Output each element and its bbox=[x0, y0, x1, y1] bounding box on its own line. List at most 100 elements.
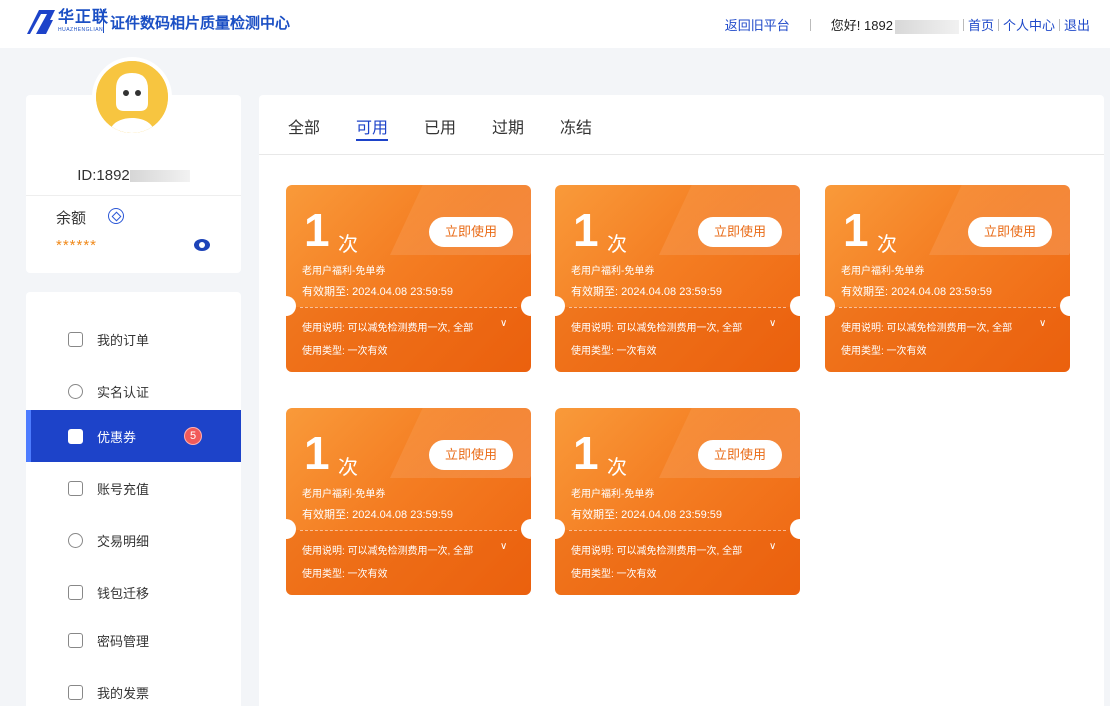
sidebar-item-coupons[interactable]: 优惠券 5 bbox=[26, 410, 241, 462]
chevron-down-icon[interactable]: ∨ bbox=[500, 541, 507, 552]
sidebar-item-label: 交易明细 bbox=[97, 533, 150, 549]
avatar[interactable] bbox=[92, 57, 172, 137]
use-now-button[interactable]: 立即使用 bbox=[429, 440, 513, 470]
divider bbox=[809, 18, 811, 31]
sidebar-item-label: 优惠券 bbox=[97, 429, 137, 445]
personal-center-link[interactable]: 个人中心 bbox=[1003, 15, 1055, 34]
coupon-lower bbox=[555, 307, 800, 372]
sidebar-item-transactions[interactable]: 交易明细 bbox=[26, 514, 241, 566]
coupon-count: 1 bbox=[573, 427, 599, 479]
eye-icon[interactable] bbox=[194, 239, 210, 251]
balance-value: ****** bbox=[56, 237, 98, 254]
chevron-down-icon[interactable]: ∨ bbox=[1039, 318, 1046, 329]
coupon-description: 使用说明: 可以减免检测费用一次, 全部 bbox=[841, 323, 1013, 334]
coupon-icon bbox=[68, 428, 83, 444]
divider bbox=[300, 530, 517, 531]
brand-en: HUAZHENGLIAN bbox=[58, 27, 104, 33]
coupon-card: 1 次 立即使用 老用户福利-免单券 有效期至: 2024.04.08 23:5… bbox=[555, 185, 800, 372]
coupon-name: 老用户福利-免单券 bbox=[571, 266, 655, 277]
coupon-description: 使用说明: 可以减免检测费用一次, 全部 bbox=[302, 546, 474, 557]
sidebar-item-label: 我的发票 bbox=[97, 685, 150, 701]
coupon-tabs: 全部 可用 已用 过期 冻结 bbox=[259, 95, 1104, 155]
logout-link[interactable]: 退出 bbox=[1064, 15, 1090, 34]
coupon-panel: 全部 可用 已用 过期 冻结 1 次 立即使用 老用户福利-免单券 有效期至: … bbox=[259, 95, 1104, 706]
tab-available[interactable]: 可用 bbox=[356, 114, 388, 138]
coupon-name: 老用户福利-免单券 bbox=[841, 266, 925, 277]
greeting-text: 您好! 1892 bbox=[830, 18, 893, 33]
coupon-valid-until: 有效期至: 2024.04.08 23:59:59 bbox=[841, 286, 993, 298]
tab-all[interactable]: 全部 bbox=[288, 114, 320, 138]
balance-label: 余额 bbox=[56, 210, 87, 227]
chart-icon bbox=[68, 532, 83, 548]
coupon-lower bbox=[286, 530, 531, 595]
use-now-button[interactable]: 立即使用 bbox=[429, 217, 513, 247]
sidebar-item-password[interactable]: 密码管理 bbox=[26, 614, 241, 666]
sidebar-nav: 我的订单 实名认证 优惠券 5 账号充值 交易明细 钱包迁移 密码管理 我的发票 bbox=[26, 292, 241, 706]
masked-id bbox=[129, 170, 190, 183]
divider bbox=[300, 307, 517, 308]
coupon-type: 使用类型: 一次有效 bbox=[302, 346, 388, 357]
sidebar-item-wallet-transfer[interactable]: 钱包迁移 bbox=[26, 566, 241, 618]
use-now-button[interactable]: 立即使用 bbox=[968, 217, 1052, 247]
invoice-icon bbox=[68, 684, 83, 700]
sidebar-item-label: 账号充值 bbox=[97, 481, 150, 497]
coupon-lower bbox=[555, 530, 800, 595]
shield-check-icon bbox=[68, 383, 83, 399]
coupon-description: 使用说明: 可以减免检测费用一次, 全部 bbox=[571, 546, 743, 557]
coupon-name: 老用户福利-免单券 bbox=[302, 489, 386, 500]
sidebar-item-recharge[interactable]: 账号充值 bbox=[26, 462, 241, 514]
coupon-type: 使用类型: 一次有效 bbox=[302, 569, 388, 580]
coupon-valid-until: 有效期至: 2024.04.08 23:59:59 bbox=[302, 286, 454, 298]
sidebar-item-my-orders[interactable]: 我的订单 bbox=[26, 313, 241, 365]
divider bbox=[26, 195, 241, 196]
use-now-button[interactable]: 立即使用 bbox=[698, 440, 782, 470]
user-id: ID:1892 bbox=[26, 167, 241, 184]
chevron-down-icon[interactable]: ∨ bbox=[769, 541, 776, 552]
coupon-unit: 次 bbox=[607, 457, 627, 479]
chevron-down-icon[interactable]: ∨ bbox=[769, 318, 776, 329]
home-link[interactable]: 首页 bbox=[968, 15, 994, 34]
lock-icon bbox=[68, 632, 83, 648]
sidebar-item-label: 我的订单 bbox=[97, 332, 150, 348]
coupon-count: 1 bbox=[843, 204, 869, 256]
coupon-valid-until: 有效期至: 2024.04.08 23:59:59 bbox=[571, 286, 723, 298]
coupon-card: 1 次 立即使用 老用户福利-免单券 有效期至: 2024.04.08 23:5… bbox=[286, 185, 531, 372]
coupon-valid-until: 有效期至: 2024.04.08 23:59:59 bbox=[302, 509, 454, 521]
user-id-text: ID:1892 bbox=[77, 167, 130, 184]
sidebar-item-label: 密码管理 bbox=[97, 633, 150, 649]
sidebar-item-label: 钱包迁移 bbox=[97, 585, 150, 601]
tab-frozen[interactable]: 冻结 bbox=[560, 114, 592, 138]
coupon-type: 使用类型: 一次有效 bbox=[571, 569, 657, 580]
use-now-button[interactable]: 立即使用 bbox=[698, 217, 782, 247]
divider bbox=[997, 18, 999, 31]
coupon-lower bbox=[825, 307, 1070, 372]
tab-expired[interactable]: 过期 bbox=[492, 114, 524, 138]
return-old-platform-link[interactable]: 返回旧平台 bbox=[725, 15, 790, 34]
coupon-type: 使用类型: 一次有效 bbox=[841, 346, 927, 357]
coupon-name: 老用户福利-免单券 bbox=[302, 266, 386, 277]
divider bbox=[569, 307, 786, 308]
coupon-count: 1 bbox=[573, 204, 599, 256]
coupon-description: 使用说明: 可以减免检测费用一次, 全部 bbox=[302, 323, 474, 334]
divider bbox=[839, 307, 1056, 308]
coupon-count-badge: 5 bbox=[184, 427, 202, 445]
coupon-lower bbox=[286, 307, 531, 372]
top-header: 华正联 HUAZHENGLIAN 证件数码相片质量检测中心 返回旧平台 您好! … bbox=[0, 0, 1110, 48]
brand-divider bbox=[103, 9, 104, 33]
sidebar-item-label: 实名认证 bbox=[97, 384, 150, 400]
sidebar-item-invoices[interactable]: 我的发票 bbox=[26, 666, 241, 706]
balance-detail-icon[interactable] bbox=[108, 208, 124, 224]
masked-phone bbox=[894, 19, 959, 34]
site-title: 证件数码相片质量检测中心 bbox=[110, 15, 291, 32]
coupon-valid-until: 有效期至: 2024.04.08 23:59:59 bbox=[571, 509, 723, 521]
order-icon bbox=[68, 331, 83, 347]
divider bbox=[1058, 18, 1060, 31]
brand-cn: 华正联 bbox=[58, 9, 110, 26]
avatar-image bbox=[96, 61, 168, 133]
chevron-down-icon[interactable]: ∨ bbox=[500, 318, 507, 329]
coupon-card: 1 次 立即使用 老用户福利-免单券 有效期至: 2024.04.08 23:5… bbox=[825, 185, 1070, 372]
tab-used[interactable]: 已用 bbox=[424, 114, 456, 138]
coupon-unit: 次 bbox=[607, 234, 627, 256]
wallet-transfer-icon bbox=[68, 584, 83, 600]
coupon-card: 1 次 立即使用 老用户福利-免单券 有效期至: 2024.04.08 23:5… bbox=[286, 408, 531, 595]
